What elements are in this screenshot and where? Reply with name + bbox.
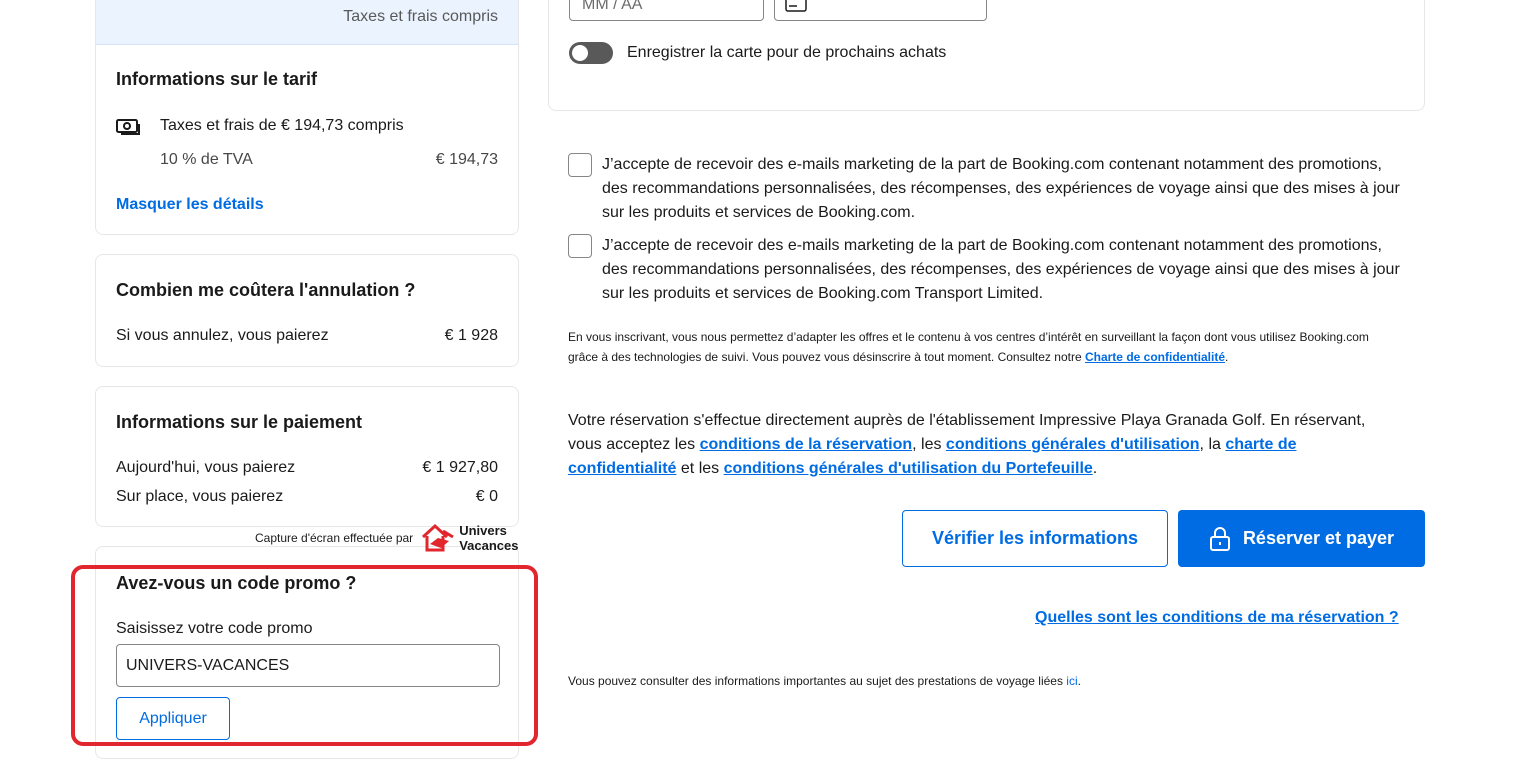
terms-part-2: , les xyxy=(912,436,946,453)
booking-terms: Votre réservation s'effectue directement… xyxy=(568,409,1398,481)
promo-title: Avez-vous un code promo ? xyxy=(116,573,357,593)
vat-value: € 194,73 xyxy=(435,151,498,168)
save-card-label: Enregistrer la carte pour de prochains a… xyxy=(627,44,947,61)
info-line-text: Vous pouvez consulter des informations i… xyxy=(568,674,1067,688)
fine-print-end: . xyxy=(1225,350,1229,364)
tracking-fine-print: En vous inscrivant, vous nous permettez … xyxy=(568,327,1398,367)
taxes-line-text: Taxes et frais de € 194,73 compris xyxy=(160,117,404,134)
price-summary-band: Taxes et frais compris xyxy=(96,0,518,45)
cvc-input[interactable] xyxy=(774,0,987,21)
info-line-end: . xyxy=(1077,674,1081,688)
watermark-brand: Univers Vacances xyxy=(459,523,518,553)
pay-onsite-row: Sur place, vous paierez € 0 xyxy=(116,488,498,506)
apply-promo-button[interactable]: Appliquer xyxy=(116,697,230,740)
pay-today-label: Aujourd'hui, vous paierez xyxy=(116,459,296,476)
promo-code-card: Avez-vous un code promo ? Saisissez votr… xyxy=(95,546,519,759)
cancellation-label: Si vous annulez, vous paierez xyxy=(116,327,329,344)
consent-text-1: J’accepte de recevoir des e-mails market… xyxy=(602,156,1400,221)
hide-details-link[interactable]: Masquer les détails xyxy=(116,196,498,214)
vat-label: 10 % de TVA xyxy=(160,151,253,168)
lock-icon xyxy=(1209,526,1230,551)
card-icon xyxy=(785,0,807,12)
promo-code-input[interactable] xyxy=(116,644,500,687)
expiry-date-input[interactable]: MM / AA xyxy=(569,0,764,21)
terms-part-5: . xyxy=(1092,460,1098,477)
promo-label: Saisissez votre code promo xyxy=(116,620,313,637)
pay-onsite-value: € 0 xyxy=(475,488,498,505)
verify-details-button[interactable]: Vérifier les informations xyxy=(902,510,1168,567)
fare-info-card: Taxes et frais compris Informations sur … xyxy=(95,0,519,235)
taxes-line-row: Taxes et frais de € 194,73 compris xyxy=(116,117,498,135)
booking-conditions-link[interactable]: conditions de la réservation xyxy=(700,436,913,453)
cancellation-value: € 1 928 xyxy=(444,327,498,344)
marketing-consent-checkbox-1[interactable] xyxy=(568,153,592,177)
terms-part-4: et les xyxy=(676,460,724,477)
cancellation-card: Combien me coûtera l'annulation ? Si vou… xyxy=(95,254,519,367)
pay-today-value: € 1 927,80 xyxy=(422,459,498,476)
terms-of-use-link[interactable]: conditions générales d'utilisation xyxy=(946,436,1200,453)
linked-travel-info: Vous pouvez consulter des informations i… xyxy=(568,674,1081,688)
cancellation-row: Si vous annulez, vous paierez € 1 928 xyxy=(116,327,498,345)
privacy-charter-link[interactable]: Charte de confidentialité xyxy=(1085,350,1225,364)
cancellation-title: Combien me coûtera l'annulation ? xyxy=(116,280,416,300)
wallet-terms-link[interactable]: conditions générales d'utilisation du Po… xyxy=(724,460,1093,477)
card-details-form: MM / AA Enregistrer la carte pour de pro… xyxy=(548,0,1425,111)
expiry-placeholder: MM / AA xyxy=(582,0,643,13)
payment-info-title: Informations sur le paiement xyxy=(116,412,363,432)
save-card-toggle[interactable] xyxy=(569,42,613,64)
info-here-link[interactable]: ici xyxy=(1066,674,1077,688)
money-icon xyxy=(116,119,140,135)
booking-conditions-question-link[interactable]: Quelles sont les conditions de ma réserv… xyxy=(1035,609,1399,627)
watermark-brand-line2: Vacances xyxy=(459,538,519,553)
fare-info-title: Informations sur le tarif xyxy=(116,69,318,89)
watermark-brand-line1: Univers xyxy=(459,523,507,538)
watermark: Capture d'écran effectuée par Univers Va… xyxy=(255,521,518,555)
watermark-text: Capture d'écran effectuée par xyxy=(255,531,414,545)
marketing-consent-checkbox-2[interactable] xyxy=(568,234,592,258)
terms-part-3: , la xyxy=(1199,436,1226,453)
consent-text-2: J’accepte de recevoir des e-mails market… xyxy=(602,237,1400,302)
payment-info-card: Informations sur le paiement Aujourd'hui… xyxy=(95,386,519,527)
taxes-included-note: Taxes et frais compris xyxy=(343,8,498,25)
pay-today-row: Aujourd'hui, vous paierez € 1 927,80 xyxy=(116,459,498,477)
fine-print-text: En vous inscrivant, vous nous permettez … xyxy=(568,330,1369,364)
pay-onsite-label: Sur place, vous paierez xyxy=(116,488,284,505)
book-and-pay-button[interactable]: Réserver et payer xyxy=(1178,510,1425,567)
vat-row: 10 % de TVA € 194,73 xyxy=(116,151,498,169)
book-and-pay-label: Réserver et payer xyxy=(1242,528,1395,548)
univers-vacances-logo xyxy=(422,523,454,552)
